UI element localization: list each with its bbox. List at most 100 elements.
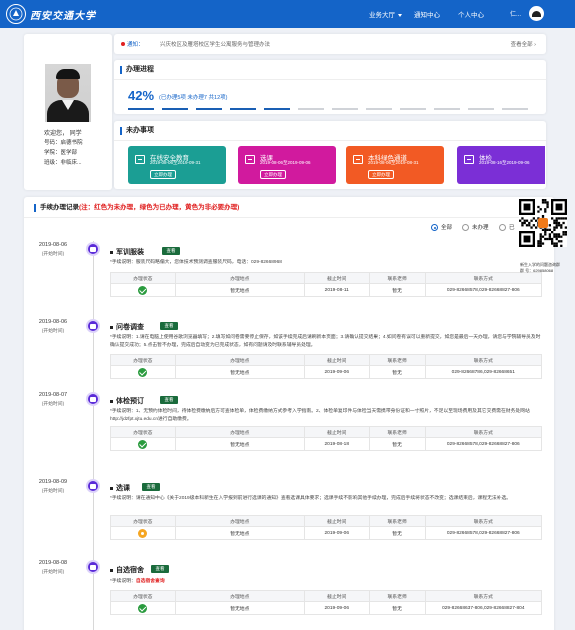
record-title: 体检预订 xyxy=(110,396,144,406)
col-contact: 联系方式 xyxy=(424,272,543,284)
pending-item-date: 2019-08-06至2019-08-31 xyxy=(368,160,419,165)
progress-segment xyxy=(468,108,494,110)
record-table: 办理状态 办理地点 截止时间 联系老师 联系方式 暂无地点 2019-08-18… xyxy=(110,426,543,451)
progress-summary: (已办理5项 未办理7 共12项) xyxy=(159,95,228,101)
dorm-query-link[interactable]: 自选宿舍查询 xyxy=(136,579,165,584)
view-button[interactable]: 查看 xyxy=(142,483,160,491)
progress-segment xyxy=(332,108,358,110)
pending-title: 未办事项 xyxy=(120,127,154,135)
notice-label: 通知： xyxy=(127,42,144,48)
university-logo[interactable]: 西安交通大学 xyxy=(6,4,96,24)
progress-segment xyxy=(366,108,392,110)
check-circle-icon xyxy=(138,285,148,295)
record-table: 办理状态 办理地点 截止时间 联系老师 联系方式 暂无地点 2019-09-06… xyxy=(110,590,543,615)
welcome-text: 欢迎您， 同学 xyxy=(44,131,82,137)
record-title: 问卷调查 xyxy=(110,322,144,332)
record-start-date: 2019-08-09 (开始时间) xyxy=(38,479,68,494)
progress-segment xyxy=(128,108,154,110)
progress-segment xyxy=(264,108,290,110)
record-start-date: 2019-08-06 (开始时间) xyxy=(38,242,68,257)
cell-deadline: 2019-08-11 xyxy=(303,283,370,297)
view-button[interactable]: 查看 xyxy=(162,247,180,255)
record-description: *手续说明：服装尺码略偏大，您体技术预测调查服装尺码，电话：029-826689… xyxy=(110,260,282,265)
filter-done[interactable]: 已 xyxy=(499,223,515,232)
filter-all[interactable]: 全部 xyxy=(431,223,453,232)
view-button[interactable]: 查看 xyxy=(160,322,178,330)
record-table: 办理状态 办理地点 截止时间 联系老师 联系方式 暂无地点 2019-09-06… xyxy=(110,515,543,540)
pending-item-date: 2019-08-06至2019-09-06 xyxy=(260,160,311,165)
radio-icon xyxy=(499,224,506,232)
pending-item-course-selection[interactable]: 选课 2019-08-06至2019-09-06 立即办理 xyxy=(238,146,336,184)
cell-contact: 029-82668578,029-82668827-806 xyxy=(424,283,543,297)
record-title: 选课 xyxy=(110,483,130,493)
handle-now-button[interactable]: 立即办理 xyxy=(260,170,286,179)
user-name[interactable]: 仁... xyxy=(510,9,521,18)
handle-now-button[interactable]: 立即办理 xyxy=(150,170,176,179)
qr-info: 新生入学的问题咨询群 群 号：629858068 xyxy=(520,262,560,273)
user-avatar[interactable] xyxy=(529,6,544,21)
progress-segment xyxy=(434,108,460,110)
student-class: 班级：非临床... xyxy=(44,160,82,166)
chevron-down-icon xyxy=(398,13,402,17)
pending-item-date: 2019-08-06至2019-09-31 xyxy=(150,160,201,165)
table-row: 暂无地点 2019-08-11 暂无 029-82668578,029-8266… xyxy=(110,283,543,297)
record-start-date: 2019-08-08 (开始时间) xyxy=(38,560,68,575)
university-seal-icon xyxy=(6,4,26,24)
progress-segment xyxy=(196,108,222,110)
pending-item-green-channel[interactable]: 本科绿色通道 2019-08-06至2019-08-31 立即办理 xyxy=(346,146,444,184)
records-hint: (注：红色为未办理，绿色为已办理，黄色为非必要办理) xyxy=(79,204,240,211)
nav-personal-center[interactable]: 个人中心 xyxy=(458,9,484,19)
view-button[interactable]: 查看 xyxy=(151,565,169,573)
filter-all-label: 全部 xyxy=(441,225,453,231)
student-department: 学院：医学部 xyxy=(44,150,78,156)
pending-item-physical-exam[interactable]: 体检 2019-08-16至2019-09-06 xyxy=(457,146,545,184)
nav-notice-center[interactable]: 通知中心 xyxy=(414,9,440,19)
records-panel: 手续办理记录(注：红色为未办理，绿色为已办理，黄色为非必要办理) 全部 未办理 … xyxy=(24,197,554,630)
view-all-notices-link[interactable]: 查看全部 › xyxy=(511,40,536,48)
document-icon xyxy=(245,155,255,164)
progress-segment xyxy=(502,108,528,110)
notice-dot-icon xyxy=(121,42,125,46)
record-description: *手续说明：自选宿舍查询 xyxy=(110,579,165,584)
nav-business-hall-label: 业务大厅 xyxy=(369,12,395,19)
document-icon xyxy=(353,155,363,164)
university-name: 西安交通大学 xyxy=(30,10,96,22)
check-circle-icon xyxy=(138,367,148,377)
cell-location: 暂无地点 xyxy=(174,283,305,297)
records-title-text: 手续办理记录 xyxy=(40,204,79,211)
progress-title: 办理进程 xyxy=(120,66,154,74)
handle-now-button[interactable]: 立即办理 xyxy=(368,170,394,179)
table-row: 暂无地点 2019-09-06 暂无 029-82668637-806,029-… xyxy=(110,601,543,615)
filter-done-label: 已 xyxy=(509,225,515,231)
pending-item-safety-education[interactable]: 在线安全教育 2019-08-06至2019-09-31 立即办理 xyxy=(128,146,226,184)
heart-icon xyxy=(86,392,100,406)
qr-code-image xyxy=(519,199,567,247)
qr-title: 新生入学的问题咨询群 xyxy=(520,262,560,267)
nav-business-hall[interactable]: 业务大厅 xyxy=(369,9,402,19)
cell-teacher: 暂无 xyxy=(368,283,426,297)
student-college: 号码：启德书院 xyxy=(44,140,83,146)
progress-card: 办理进程 42% (已办理5项 未办理7 共12项) xyxy=(114,60,546,114)
pending-item-date: 2019-08-16至2019-09-06 xyxy=(479,160,530,165)
notice-message[interactable]: 兴庆校区及雁塔校区学生公寓服务与管理办法 xyxy=(160,40,270,48)
record-description: *手续说明：1.请在电脑上使用谷歌浏览器填写；2.填写如问卷需要停止保存，如该手… xyxy=(110,335,541,348)
document-icon xyxy=(135,155,145,164)
progress-segment xyxy=(400,108,426,110)
profile-card: 欢迎您， 同学 号码：启德书院 学院：医学部 班级：非临床... xyxy=(24,34,112,190)
radio-icon xyxy=(462,224,469,232)
filter-pending[interactable]: 未办理 xyxy=(462,223,489,232)
top-navbar: 西安交通大学 业务大厅 通知中心 个人中心 仁... xyxy=(0,0,575,28)
pending-circle-icon xyxy=(138,528,148,538)
check-circle-icon xyxy=(138,439,148,449)
col-deadline: 截止时间 xyxy=(303,272,370,284)
progress-segment xyxy=(230,108,256,110)
progress-segment xyxy=(298,108,324,110)
records-title: 手续办理记录(注：红色为未办理，绿色为已办理，黄色为非必要办理) xyxy=(34,204,239,212)
record-title: 军训服装 xyxy=(110,247,144,257)
col-status: 办理状态 xyxy=(110,272,176,284)
record-title: 自选宿舍 xyxy=(110,565,144,575)
record-description: *手续说明：请在通知中心《关于2019级本科新生在入学报到前进行选课的通知》查看… xyxy=(110,496,512,501)
record-table: 办理状态 办理地点 截止时间 联系老师 联系方式 暂无地点 2019-09-06… xyxy=(110,354,543,379)
table-row: 暂无地点 2019-09-06 暂无 029-82668578,029-8266… xyxy=(110,526,543,540)
view-button[interactable]: 查看 xyxy=(160,396,178,404)
